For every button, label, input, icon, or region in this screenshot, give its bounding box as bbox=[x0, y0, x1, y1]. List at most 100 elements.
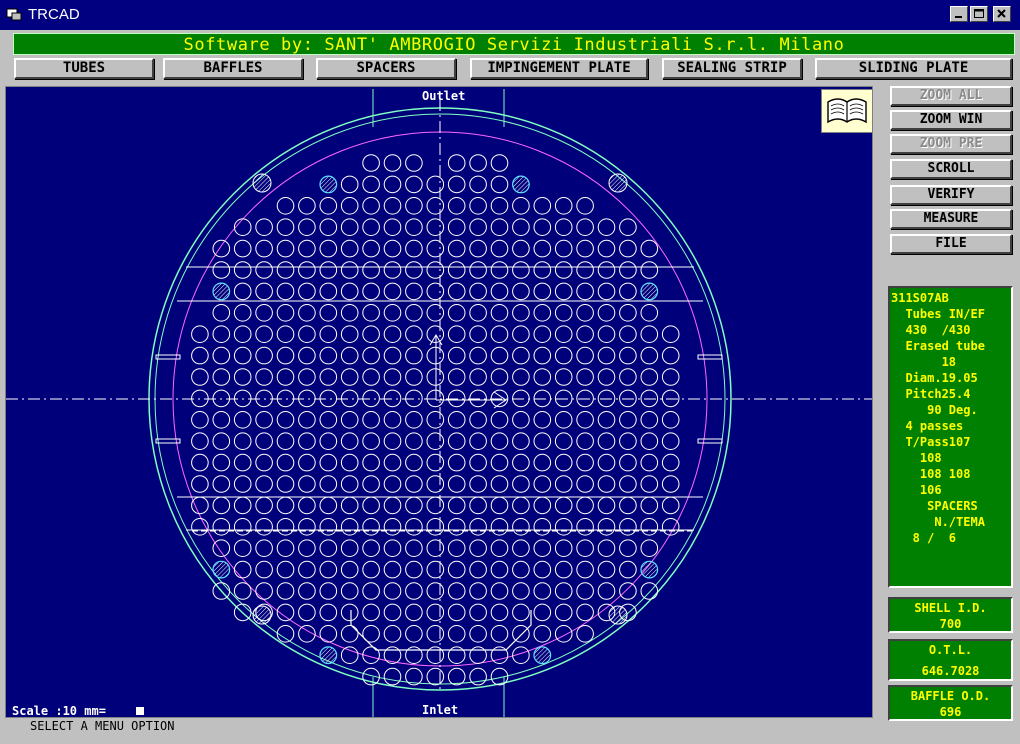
tube bbox=[255, 346, 273, 365]
tube bbox=[276, 346, 295, 365]
tube bbox=[276, 368, 295, 386]
scale-label: Scale :10 mm= bbox=[12, 704, 106, 718]
tube bbox=[447, 175, 466, 194]
window-titlebar[interactable]: TRCAD bbox=[0, 0, 1020, 30]
tube bbox=[298, 325, 316, 343]
tube bbox=[640, 304, 659, 322]
sliding-plate-button[interactable]: SLIDING PLATE bbox=[815, 58, 1012, 79]
tube bbox=[554, 539, 573, 558]
tube bbox=[533, 518, 552, 536]
tube bbox=[490, 646, 509, 665]
tube bbox=[576, 539, 594, 558]
tie-rod bbox=[608, 173, 628, 193]
spacer-tube bbox=[512, 175, 530, 194]
scroll-button[interactable]: SCROLL bbox=[890, 159, 1012, 179]
tube bbox=[276, 197, 295, 215]
tube bbox=[447, 560, 466, 579]
tube bbox=[362, 432, 380, 451]
close-button[interactable] bbox=[993, 6, 1011, 22]
tube bbox=[512, 218, 530, 236]
tube bbox=[212, 496, 231, 515]
tube bbox=[405, 304, 423, 322]
status-message: SELECT A MENU OPTION bbox=[30, 719, 175, 733]
tube bbox=[576, 304, 594, 322]
tube bbox=[447, 325, 466, 343]
shell-id-label: SHELL I.D. bbox=[914, 601, 987, 615]
tube bbox=[619, 411, 637, 429]
tube bbox=[469, 432, 487, 451]
tube bbox=[576, 389, 594, 408]
zoom-win-button[interactable]: ZOOM WIN bbox=[890, 110, 1012, 130]
tube bbox=[597, 389, 616, 408]
zoom-pre-button[interactable]: ZOOM PRE bbox=[890, 134, 1012, 154]
tube bbox=[298, 453, 316, 472]
measure-button[interactable]: MEASURE bbox=[890, 209, 1012, 229]
tube bbox=[533, 411, 552, 429]
minimize-icon bbox=[955, 16, 962, 18]
tube bbox=[405, 496, 423, 515]
tube bbox=[319, 475, 338, 493]
tube bbox=[298, 432, 316, 451]
file-button[interactable]: FILE bbox=[890, 234, 1012, 254]
tube bbox=[490, 218, 509, 236]
tube bbox=[191, 475, 209, 493]
verify-button[interactable]: VERIFY bbox=[890, 185, 1012, 205]
help-book-button[interactable] bbox=[821, 89, 872, 133]
maximize-button[interactable] bbox=[970, 6, 988, 22]
tube bbox=[490, 282, 509, 301]
tube bbox=[276, 218, 295, 236]
tube bbox=[447, 368, 466, 386]
info-panel: 311S07AB Tubes IN/EF 430 /430 Erased tub… bbox=[888, 286, 1013, 588]
tube bbox=[490, 261, 509, 279]
tube bbox=[362, 496, 380, 515]
tube bbox=[554, 625, 573, 643]
baffles-button[interactable]: BAFFLES bbox=[163, 58, 303, 79]
tube bbox=[212, 389, 231, 408]
tube bbox=[405, 368, 423, 386]
tube bbox=[319, 218, 338, 236]
drawing-canvas[interactable]: Outlet Inlet Scale :10 mm= bbox=[5, 86, 873, 718]
tube bbox=[512, 368, 530, 386]
open-book-icon bbox=[827, 98, 867, 124]
tube bbox=[340, 646, 359, 665]
tube bbox=[298, 389, 316, 408]
tube bbox=[576, 282, 594, 301]
minimize-button[interactable] bbox=[950, 6, 968, 22]
info-line: Pitch25.4 bbox=[891, 387, 971, 401]
tube bbox=[362, 411, 380, 429]
tube bbox=[340, 197, 359, 215]
tube bbox=[512, 197, 530, 215]
info-line: T/Pass107 bbox=[891, 435, 971, 449]
tube bbox=[383, 325, 402, 343]
info-line: 90 Deg. bbox=[891, 403, 978, 417]
impingement-plate-button[interactable]: IMPINGEMENT PLATE bbox=[470, 58, 648, 79]
tube bbox=[426, 560, 445, 579]
tube bbox=[426, 304, 445, 322]
tube bbox=[554, 304, 573, 322]
tube bbox=[405, 560, 423, 579]
tube bbox=[576, 518, 594, 536]
tube bbox=[298, 475, 316, 493]
tube bbox=[340, 432, 359, 451]
info-line: SPACERS bbox=[891, 499, 978, 513]
tube bbox=[319, 432, 338, 451]
tube bbox=[469, 582, 487, 600]
tube bbox=[469, 496, 487, 515]
tube bbox=[469, 389, 487, 408]
tube bbox=[447, 304, 466, 322]
zoom-all-button[interactable]: ZOOM ALL bbox=[890, 86, 1012, 106]
tube bbox=[469, 368, 487, 386]
tube bbox=[276, 560, 295, 579]
tube-sheet-drawing[interactable] bbox=[6, 87, 873, 718]
tube bbox=[619, 496, 637, 515]
tube bbox=[554, 496, 573, 515]
tube bbox=[383, 154, 402, 172]
sealing-strip-button[interactable]: SEALING STRIP bbox=[662, 58, 802, 79]
tubes-button[interactable]: TUBES bbox=[14, 58, 154, 79]
tube bbox=[426, 325, 445, 343]
tube bbox=[426, 603, 445, 622]
tube bbox=[640, 496, 659, 515]
outlet-label: Outlet bbox=[422, 89, 466, 103]
spacers-button[interactable]: SPACERS bbox=[316, 58, 456, 79]
tube bbox=[405, 539, 423, 558]
